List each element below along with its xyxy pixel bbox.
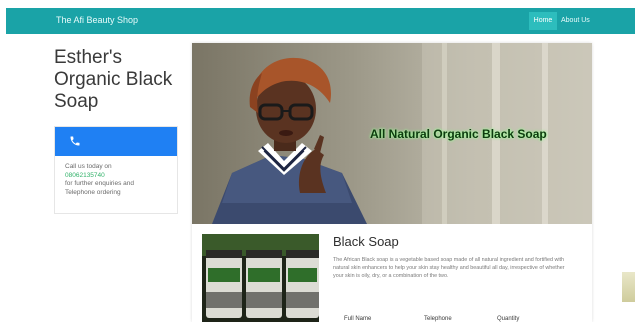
brand-link[interactable]: The Afi Beauty Shop — [56, 15, 138, 25]
call-card-header — [55, 127, 177, 156]
call-us-card: Call us today on 08062135740 for further… — [54, 126, 178, 214]
call-text-line: Telephone ordering — [65, 188, 121, 196]
call-text-line: Call us today on — [65, 163, 112, 170]
full-name-column-header: Full Name — [344, 316, 372, 322]
hero-overlay-text: All Natural Organic Black Soap — [370, 127, 547, 141]
call-text-line: for further enquiries and — [65, 180, 135, 187]
phone-icon — [70, 136, 80, 146]
telephone-column-header: Telephone — [424, 316, 452, 322]
product-title: Black Soap — [333, 234, 399, 249]
nav-home-link[interactable]: Home — [529, 12, 557, 30]
page-title: Esther's Organic Black Soap — [54, 47, 173, 112]
phone-number[interactable]: 08062135740 — [65, 172, 167, 181]
hero-image: All Natural Organic Black Soap — [192, 43, 592, 224]
product-image — [202, 234, 319, 322]
content-card: All Natural Organic Black Soap Black Soa… — [192, 43, 592, 322]
call-card-body: Call us today on 08062135740 for further… — [55, 156, 177, 204]
product-description: The African Black soap is a vegetable ba… — [333, 257, 565, 279]
top-navbar: The Afi Beauty Shop Home About Us — [6, 8, 635, 34]
nav-about-link[interactable]: About Us — [561, 12, 590, 30]
soap-jars-photo — [202, 234, 319, 322]
edge-thumbnail — [622, 272, 635, 302]
quantity-column-header: Quantity — [497, 316, 520, 322]
